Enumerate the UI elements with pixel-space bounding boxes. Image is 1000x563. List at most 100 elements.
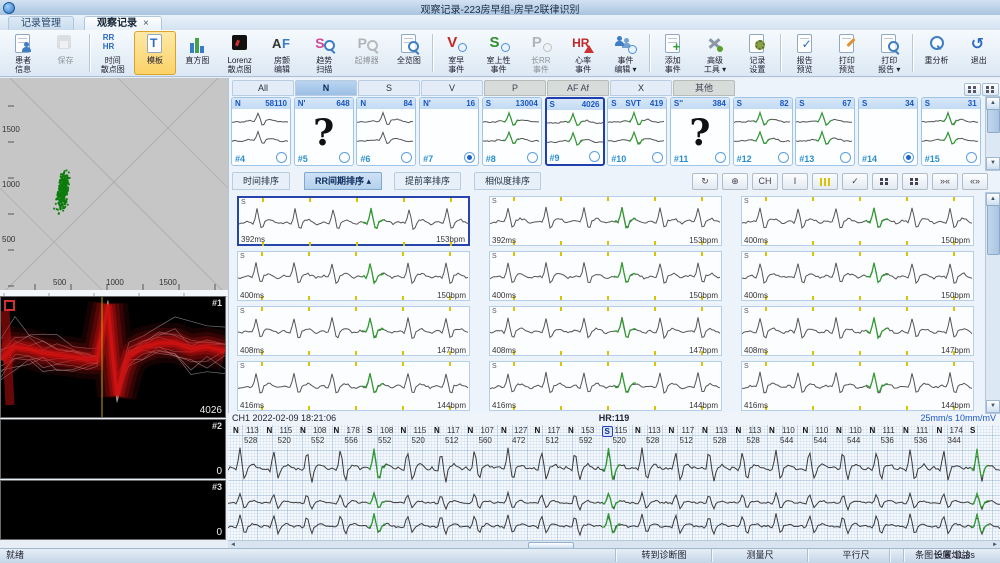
ecg-strip-card[interactable]: S400ms150bpm — [741, 196, 974, 246]
thumbnail-scrollbar[interactable]: ▲▼ — [985, 96, 1000, 171]
category-tab-n[interactable]: N — [295, 80, 357, 96]
sort-tab-2[interactable]: 提前率排序 — [394, 172, 461, 190]
overview-button[interactable]: 全览图 — [388, 31, 430, 75]
status-button-1[interactable]: 测量尺 — [711, 549, 808, 562]
ecg-strip-card[interactable]: S416ms144bpm — [237, 361, 470, 411]
s-event-button[interactable]: S室上性 事件 — [477, 31, 519, 75]
histogram-button[interactable]: 直方图 — [176, 31, 218, 75]
template-radio[interactable] — [652, 152, 663, 163]
template-radio[interactable] — [778, 152, 789, 163]
template-card-15[interactable]: S31#15 — [921, 97, 981, 166]
nav-tab-records[interactable]: 记录管理 — [8, 16, 74, 30]
caliper-button[interactable]: I — [782, 173, 808, 190]
pacemaker-icon: P — [354, 33, 380, 55]
ecg-strip-card[interactable]: S416ms144bpm — [489, 361, 722, 411]
trend-scan-button[interactable]: S趋势 扫描 — [303, 31, 345, 75]
event-markers-button[interactable] — [812, 173, 838, 190]
tab-close-icon[interactable]: × — [143, 18, 149, 29]
template-radio[interactable] — [715, 152, 726, 163]
ecg-strip-card[interactable]: S400ms150bpm — [741, 251, 974, 301]
template-radio[interactable] — [903, 152, 914, 163]
template-radio[interactable] — [464, 152, 475, 163]
category-tab-af-af[interactable]: AF Af — [547, 80, 609, 96]
adv-tools-button[interactable]: 高级 工具 ▾ — [694, 31, 736, 75]
ecg-strip-card[interactable]: S408ms147bpm — [237, 306, 470, 356]
thumb-view-mode-1-button[interactable] — [964, 83, 981, 96]
reanalyze-button[interactable]: 重分析 — [915, 31, 957, 75]
template-button[interactable]: T模板 — [134, 31, 176, 75]
nav-tab-observe[interactable]: 观察记录× — [84, 16, 162, 30]
template-card-5[interactable]: N'648?#5 — [294, 97, 354, 166]
grid-dense-button[interactable] — [872, 173, 898, 190]
template-mini-waveform — [547, 110, 603, 154]
template-radio[interactable] — [589, 151, 600, 162]
ecg-strip-card[interactable]: S400ms150bpm — [489, 251, 722, 301]
lorenz-scatter-panel[interactable]: 1500100050050010001500 — [0, 78, 228, 291]
template-radio[interactable] — [276, 152, 287, 163]
template-radio[interactable] — [966, 152, 977, 163]
ecg-strip-card[interactable]: S416ms144bpm — [741, 361, 974, 411]
template-card-7[interactable]: N'16#7 — [419, 97, 479, 166]
toolbar-button-label: 房颤 编辑 — [274, 56, 290, 74]
ecg-strip-card[interactable]: S392ms153bpm — [237, 196, 470, 246]
category-tab-v[interactable]: V — [421, 80, 483, 96]
template-card-11[interactable]: S''384?#11 — [670, 97, 730, 166]
refresh-button[interactable]: ↻ — [692, 173, 718, 190]
thumb-view-mode-2-button[interactable] — [982, 83, 999, 96]
toolbar-button-label: 趋势 扫描 — [316, 56, 332, 74]
ecg-strip-card[interactable]: S408ms147bpm — [741, 306, 974, 356]
template-card-6[interactable]: N84#6 — [356, 97, 416, 166]
ecg-strip-card[interactable]: S392ms153bpm — [489, 196, 722, 246]
template-radio[interactable] — [527, 152, 538, 163]
template-card-4[interactable]: N58110#4 — [231, 97, 291, 166]
hr-event-button[interactable]: HR心率 事件 — [562, 31, 604, 75]
template-radio[interactable] — [840, 152, 851, 163]
template-card-12[interactable]: S82#12 — [733, 97, 793, 166]
print-report-button[interactable]: 打印 报告 ▾ — [868, 31, 910, 75]
sort-tab-1[interactable]: RR间期排序 ▴ — [304, 172, 382, 190]
ecg-rhythm-strip[interactable]: N113528N115520N108552N178556S108552N1155… — [228, 425, 1000, 540]
record-settings-button[interactable]: 记录 设置 — [736, 31, 778, 75]
sort-tab-3[interactable]: 相似度排序 — [474, 172, 541, 190]
af-edit-button[interactable]: AF房颤 编辑 — [261, 31, 303, 75]
channel-select-button[interactable]: CH — [752, 173, 778, 190]
v-event-button[interactable]: V室早 事件 — [435, 31, 477, 75]
fit-view-button[interactable]: ⊕ — [722, 173, 748, 190]
strip-beat-type: S — [492, 363, 497, 370]
ecg-strip-card[interactable]: S400ms150bpm — [237, 251, 470, 301]
add-event-button[interactable]: +添加 事件 — [652, 31, 694, 75]
status-button-0[interactable]: 转到诊断图 — [615, 549, 712, 562]
overlay-panel-3[interactable]: #30 — [0, 480, 226, 540]
sort-tab-0[interactable]: 时间排序 — [232, 172, 290, 190]
category-tab-其他[interactable]: 其他 — [673, 80, 735, 96]
template-card-14[interactable]: S34#14 — [858, 97, 918, 166]
beat-rr-annotation: 528 — [646, 436, 659, 445]
overlay-panel-2[interactable]: #20 — [0, 419, 226, 479]
overlay-panel-1[interactable]: #14026 — [0, 296, 226, 418]
multi-select-button[interactable]: ✓ — [842, 173, 868, 190]
grid-sparse-button[interactable] — [902, 173, 928, 190]
template-radio[interactable] — [401, 152, 412, 163]
exit-button[interactable]: ↺退出 — [958, 31, 1000, 75]
patient-button[interactable]: 患者 信息 — [2, 31, 44, 75]
expand-strips-button[interactable]: «» — [962, 173, 988, 190]
template-card-10[interactable]: SSVT419#10 — [607, 97, 667, 166]
lorenz-button[interactable]: Lorenz 散点图 — [219, 31, 261, 75]
template-card-8[interactable]: S13004#8 — [482, 97, 542, 166]
rrhr-button[interactable]: RRHR时间 散点图 — [92, 31, 134, 75]
event-edit-button[interactable]: 事件 编辑 ▾ — [604, 31, 646, 75]
category-tab-x[interactable]: X — [610, 80, 672, 96]
template-radio[interactable] — [339, 152, 350, 163]
category-tab-p[interactable]: P — [484, 80, 546, 96]
report-preview-button[interactable]: ✓报告 预览 — [783, 31, 825, 75]
shrink-strips-button[interactable]: »« — [932, 173, 958, 190]
template-type-label: S — [486, 98, 491, 109]
print-preview-button[interactable]: 打印 预览 — [826, 31, 868, 75]
category-tab-all[interactable]: All — [232, 80, 294, 96]
template-card-9[interactable]: S4026#9 — [545, 97, 605, 166]
ecg-strip-card[interactable]: S408ms147bpm — [489, 306, 722, 356]
category-tab-s[interactable]: S — [358, 80, 420, 96]
toolbar-button-label: 直方图 — [185, 56, 209, 65]
strip-grid-scrollbar[interactable]: ▲▼ — [985, 192, 1000, 414]
template-card-13[interactable]: S67#13 — [795, 97, 855, 166]
